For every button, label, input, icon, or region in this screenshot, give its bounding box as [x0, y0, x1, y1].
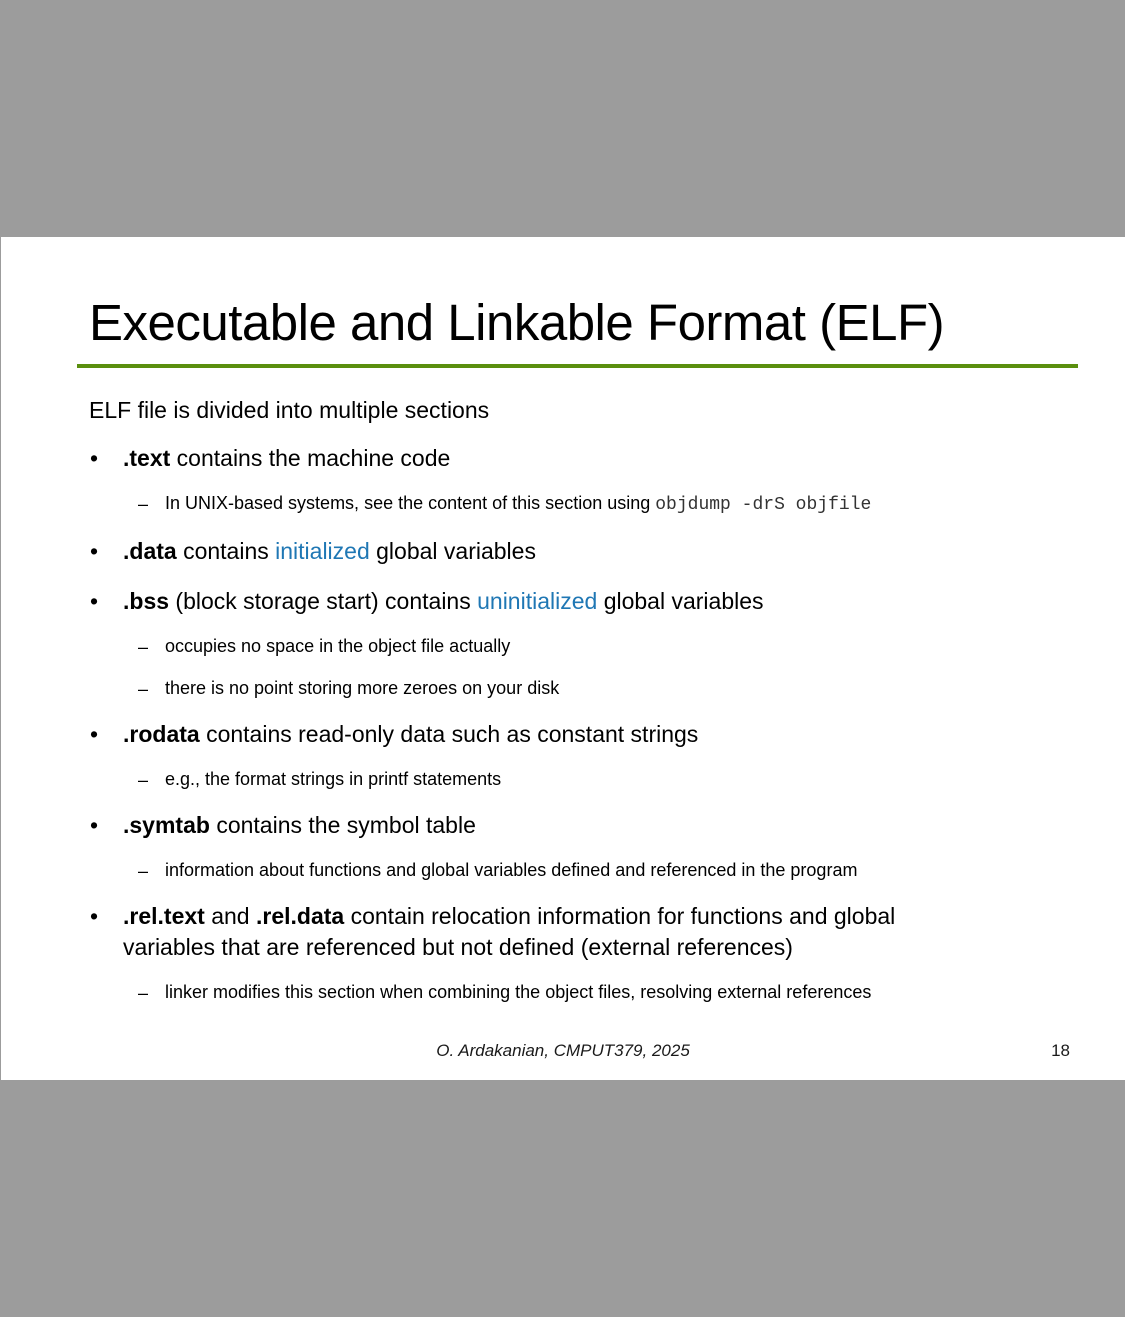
bullet-bss-section: • .bss (block storage start) contains un…	[90, 586, 764, 617]
dash-icon: –	[138, 637, 149, 657]
sub-bullet-symtab: – information about functions and global…	[138, 858, 858, 882]
bullet-rodata-section: • .rodata contains read-only data such a…	[90, 719, 699, 750]
bullet-text: contains	[176, 538, 276, 564]
title-underline	[77, 364, 1078, 368]
bullet-symtab-section: • .symtab contains the symbol table	[90, 810, 476, 841]
sub-text: linker modifies this section when combin…	[165, 982, 872, 1002]
bullet-data-section: • .data contains initialized global vari…	[90, 536, 536, 567]
bullet-text: contains the symbol table	[209, 812, 476, 838]
pdf-viewer: Executable and Linkable Format (ELF) ELF…	[0, 0, 1125, 1317]
sub-bullet-bss-2: – there is no point storing more zeroes …	[138, 676, 560, 700]
keyword: .bss	[123, 588, 170, 614]
highlight-term: uninitialized	[477, 588, 598, 614]
bullet-text-line2: variables that are referenced but not de…	[123, 934, 793, 960]
sub-text: there is no point storing more zeroes on…	[165, 678, 560, 698]
keyword: .text	[123, 445, 171, 471]
slide-title: Executable and Linkable Format (ELF)	[89, 294, 945, 351]
keyword: .symtab	[123, 812, 210, 838]
bullet-text: (block storage start) contains	[169, 588, 478, 614]
bullet-icon: •	[90, 721, 99, 747]
page-number: 18	[1051, 1041, 1070, 1060]
bullet-text: contains read-only data such as constant…	[199, 721, 699, 747]
bullet-text: global variables	[597, 588, 764, 614]
keyword: .rodata	[123, 721, 200, 747]
sub-text: occupies no space in the object file act…	[165, 636, 511, 656]
keyword: .rel.data	[255, 903, 345, 929]
sub-text: information about functions and global v…	[165, 860, 858, 880]
bullet-text: and	[204, 903, 256, 929]
sub-bullet-bss-1: – occupies no space in the object file a…	[138, 634, 511, 658]
sub-bullet-rodata: – e.g., the format strings in printf sta…	[138, 767, 502, 791]
keyword: .data	[123, 538, 177, 564]
sub-text: In UNIX-based systems, see the content o…	[165, 493, 656, 513]
sub-bullet-rel: – linker modifies this section when comb…	[138, 980, 872, 1004]
bullet-icon: •	[90, 445, 99, 471]
dash-icon: –	[138, 494, 149, 514]
bullet-text-section: • .text contains the machine code	[90, 443, 451, 474]
dash-icon: –	[138, 861, 149, 881]
bullet-icon: •	[90, 812, 99, 838]
bullet-icon: •	[90, 903, 99, 929]
bullet-text: contain relocation information for funct…	[344, 903, 896, 929]
bullet-text: global variables	[369, 538, 536, 564]
highlight-term: initialized	[275, 538, 370, 564]
bullet-rel-section: • .rel.text and .rel.data contain reloca…	[90, 901, 896, 963]
sub-text: e.g., the format strings in printf state…	[165, 769, 502, 789]
dash-icon: –	[138, 983, 149, 1003]
dash-icon: –	[138, 679, 149, 699]
slide-footer: O. Ardakanian, CMPUT379, 2025	[436, 1041, 690, 1060]
code-snippet: objdump -drS objfile	[655, 495, 872, 515]
bullet-icon: •	[90, 588, 99, 614]
sub-bullet-objdump: – In UNIX-based systems, see the content…	[138, 491, 872, 517]
bullet-text: contains the machine code	[170, 445, 451, 471]
keyword: .rel.text	[123, 903, 205, 929]
intro-text: ELF file is divided into multiple sectio…	[89, 397, 490, 423]
dash-icon: –	[138, 770, 149, 790]
slide-page: Executable and Linkable Format (ELF) ELF…	[1, 237, 1125, 1080]
bullet-icon: •	[90, 538, 99, 564]
